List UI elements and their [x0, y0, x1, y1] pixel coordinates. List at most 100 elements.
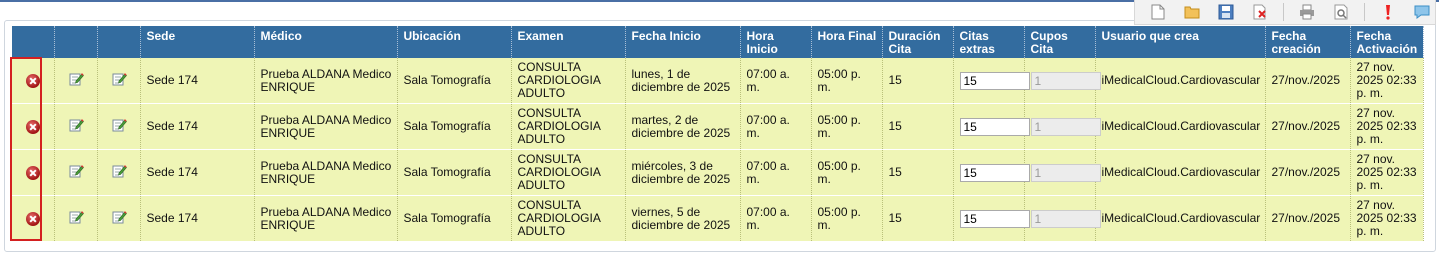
delete-cell: [12, 195, 55, 242]
open-folder-icon[interactable]: [1181, 1, 1203, 23]
cell-fecha-inicio: martes, 2 de diciembre de 2025: [625, 103, 741, 150]
edit-icon[interactable]: [111, 209, 127, 228]
table-row: Sede 174 Prueba ALDANA Medico ENRIQUE Sa…: [12, 149, 1424, 196]
cell-fecha-creacion: 27/nov./2025: [1265, 195, 1351, 242]
cell-sede: Sede 174: [140, 195, 255, 242]
cell-medico: Prueba ALDANA Medico ENRIQUE: [254, 195, 398, 242]
cell-fecha-inicio: viernes, 5 de diciembre de 2025: [625, 195, 741, 242]
edit-cell-2: [97, 195, 141, 242]
cell-sede: Sede 174: [140, 58, 255, 104]
cell-ubicacion: Sala Tomografía: [397, 103, 512, 150]
delete-icon[interactable]: [25, 165, 40, 180]
cell-fecha-inicio: lunes, 1 de diciembre de 2025: [625, 58, 741, 104]
comment-icon[interactable]: [1411, 1, 1433, 23]
toolbar: [1134, 0, 1436, 25]
col-header-usuario[interactable]: Usuario que crea: [1095, 26, 1266, 58]
delete-icon[interactable]: [25, 211, 40, 226]
col-header-fecha-creacion[interactable]: Fecha creación: [1265, 26, 1351, 58]
col-header-hora-final[interactable]: Hora Final: [811, 26, 883, 58]
col-header-fecha-inicio[interactable]: Fecha Inicio: [625, 26, 741, 58]
edit-cell: [54, 103, 98, 150]
cell-medico: Prueba ALDANA Medico ENRIQUE: [254, 103, 398, 150]
edit-icon[interactable]: [111, 163, 127, 182]
cell-fecha-inicio: miércoles, 3 de diciembre de 2025: [625, 149, 741, 196]
col-header-sede[interactable]: Sede: [140, 26, 255, 58]
delete-cell: [12, 58, 55, 104]
table-row: Sede 174 Prueba ALDANA Medico ENRIQUE Sa…: [12, 195, 1424, 242]
citas-extras-input[interactable]: [959, 209, 1030, 228]
cell-ubicacion: Sala Tomografía: [397, 149, 512, 196]
alert-icon[interactable]: [1377, 1, 1399, 23]
toolbar-separator: [1364, 3, 1365, 21]
print-icon[interactable]: [1296, 1, 1318, 23]
cell-medico: Prueba ALDANA Medico ENRIQUE: [254, 58, 398, 104]
cell-fecha-activacion: 27 nov. 2025 02:33 p. m.: [1350, 103, 1424, 150]
cell-citas-extras: [953, 149, 1030, 196]
cell-citas-extras: [953, 103, 1030, 150]
col-header-ubicacion[interactable]: Ubicación: [397, 26, 512, 58]
cell-ubicacion: Sala Tomografía: [397, 58, 512, 104]
edit-icon[interactable]: [111, 117, 127, 136]
edit-icon[interactable]: [68, 71, 84, 90]
citas-extras-input[interactable]: [959, 163, 1030, 182]
save-icon[interactable]: [1215, 1, 1237, 23]
cell-examen: CONSULTA CARDIOLOGIA ADULTO: [511, 195, 626, 242]
delete-cell: [12, 149, 55, 196]
cell-cupos: [1024, 149, 1101, 196]
cell-fecha-creacion: 27/nov./2025: [1265, 149, 1351, 196]
cell-examen: CONSULTA CARDIOLOGIA ADULTO: [511, 149, 626, 196]
cell-fecha-activacion: 27 nov. 2025 02:33 p. m.: [1350, 149, 1424, 196]
delete-document-icon[interactable]: [1249, 1, 1271, 23]
col-header-hora-inicio[interactable]: Hora Inicio: [740, 26, 812, 58]
cell-duracion: 15: [882, 149, 954, 196]
citas-extras-input[interactable]: [959, 71, 1030, 90]
delete-cell: [12, 103, 55, 150]
col-header-examen[interactable]: Examen: [511, 26, 626, 58]
cell-hora-inicio: 07:00 a. m.: [740, 195, 812, 242]
col-header-medico[interactable]: Médico: [254, 26, 398, 58]
edit-cell: [54, 195, 98, 242]
delete-icon[interactable]: [25, 73, 40, 88]
new-document-icon[interactable]: [1147, 1, 1169, 23]
cell-hora-inicio: 07:00 a. m.: [740, 103, 812, 150]
cell-fecha-creacion: 27/nov./2025: [1265, 58, 1351, 104]
edit-cell-2: [97, 103, 141, 150]
citas-extras-input[interactable]: [959, 117, 1030, 136]
col-header-edit: [54, 26, 98, 58]
table-header-row: Sede Médico Ubicación Examen Fecha Inici…: [12, 26, 1424, 58]
col-header-citas-extras[interactable]: Citas extras: [953, 26, 1025, 58]
cell-usuario: iMedicalCloud.Cardiovascular: [1095, 58, 1266, 104]
edit-icon[interactable]: [68, 209, 84, 228]
col-header-cupos[interactable]: Cupos Cita: [1024, 26, 1096, 58]
col-header-duracion[interactable]: Duración Cita: [882, 26, 954, 58]
cell-cupos: [1024, 103, 1101, 150]
cell-citas-extras: [953, 195, 1030, 242]
cell-hora-inicio: 07:00 a. m.: [740, 149, 812, 196]
cell-fecha-activacion: 27 nov. 2025 02:33 p. m.: [1350, 195, 1424, 242]
cupos-input: [1030, 163, 1101, 182]
col-header-fecha-activacion[interactable]: Fecha Activación: [1350, 26, 1424, 58]
edit-icon[interactable]: [68, 163, 84, 182]
print-preview-icon[interactable]: [1330, 1, 1352, 23]
cell-citas-extras: [953, 58, 1030, 104]
cell-usuario: iMedicalCloud.Cardiovascular: [1095, 103, 1266, 150]
edit-cell-2: [97, 149, 141, 196]
cell-cupos: [1024, 195, 1101, 242]
toolbar-separator: [1283, 3, 1284, 21]
table-row: Sede 174 Prueba ALDANA Medico ENRIQUE Sa…: [12, 103, 1424, 150]
cell-hora-inicio: 07:00 a. m.: [740, 58, 812, 104]
cell-cupos: [1024, 58, 1101, 104]
cupos-input: [1030, 209, 1101, 228]
cell-hora-final: 05:00 p. m.: [811, 103, 883, 150]
cell-medico: Prueba ALDANA Medico ENRIQUE: [254, 149, 398, 196]
edit-cell: [54, 149, 98, 196]
cupos-input: [1030, 71, 1101, 90]
delete-icon[interactable]: [25, 119, 40, 134]
edit-icon[interactable]: [111, 71, 127, 90]
edit-icon[interactable]: [68, 117, 84, 136]
cell-sede: Sede 174: [140, 103, 255, 150]
col-header-edit-2: [97, 26, 141, 58]
col-header-delete: [12, 26, 55, 58]
cell-duracion: 15: [882, 195, 954, 242]
cell-fecha-creacion: 27/nov./2025: [1265, 103, 1351, 150]
